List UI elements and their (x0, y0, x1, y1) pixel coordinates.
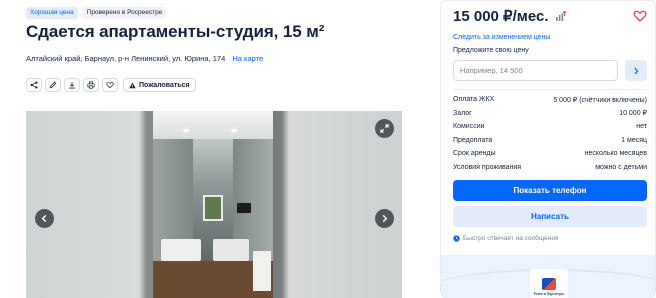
price-card: 15 000 ₽/мес. Следить за изменением цены… (440, 0, 656, 298)
term-value: 5 000 ₽ (счётчики включены) (553, 96, 647, 104)
verified-badge: Проверено в Росреестре (82, 7, 167, 19)
warning-icon (129, 82, 136, 88)
room-photo (153, 111, 273, 298)
offer-submit-button[interactable] (625, 60, 647, 81)
clock-icon (453, 235, 460, 242)
term-label: Комиссии (453, 123, 485, 131)
download-icon (69, 81, 75, 89)
term-row: Комиссии нет (453, 120, 647, 134)
chevron-right-icon (382, 214, 388, 223)
term-label: Условия проживания (453, 163, 522, 171)
expand-icon (380, 124, 389, 133)
pencil-icon (49, 81, 57, 89)
download-button[interactable] (64, 78, 80, 92)
photo-gallery[interactable] (26, 111, 402, 298)
next-photo-button[interactable] (375, 209, 394, 228)
badges: Хорошая цена Проверено в Росреестре (26, 7, 167, 19)
term-value: можно с детьми (595, 163, 647, 171)
heart-icon (106, 82, 114, 89)
address-text: Алтайский край, Барнаул, р-н Ленинский, … (26, 54, 226, 63)
divider (453, 89, 647, 90)
complain-button[interactable]: Пожаловаться (123, 78, 196, 92)
expand-button[interactable] (375, 119, 394, 138)
agency-logo: Ремв в Партнеры (530, 269, 568, 298)
term-value: 1 месяц (621, 136, 647, 144)
address: Алтайский край, Барнаул, р-н Ленинский, … (26, 54, 263, 63)
offer-label: Предложите свою цену (453, 47, 529, 54)
term-row: Залог 10 000 ₽ (453, 107, 647, 121)
chevron-right-icon (634, 67, 639, 74)
share-button[interactable] (26, 78, 42, 92)
complain-label: Пожаловаться (139, 81, 190, 89)
edit-note-button[interactable] (45, 78, 61, 92)
printer-icon (87, 81, 95, 89)
term-value: несколько месяцев (584, 150, 647, 158)
share-icon (30, 81, 38, 89)
term-label: Предоплата (453, 136, 493, 144)
term-row: Оплата ЖКХ 5 000 ₽ (счётчики включены) (453, 93, 647, 107)
offer-price-input[interactable] (453, 60, 618, 81)
listing-main: Хорошая цена Проверено в Росреестре Сдае… (26, 0, 406, 298)
term-value: нет (636, 123, 647, 131)
follow-price-link[interactable]: Следить за изменением цены (453, 34, 550, 41)
reply-note: Быстро отвечает на сообщения (453, 235, 559, 242)
write-message-button[interactable]: Написать (453, 206, 647, 227)
term-label: Срок аренды (453, 150, 496, 158)
term-row: Условия проживания можно с детьми (453, 161, 647, 175)
agency-name: Ремв в Партнеры (533, 292, 565, 296)
chevron-left-icon (41, 214, 47, 223)
toolbar: Пожаловаться (26, 78, 196, 92)
show-phone-button[interactable]: Показать телефон (453, 180, 647, 201)
terms-list: Оплата ЖКХ 5 000 ₽ (счётчики включены) За… (453, 93, 647, 174)
term-label: Оплата ЖКХ (453, 96, 495, 104)
print-button[interactable] (83, 78, 99, 92)
term-label: Залог (453, 109, 472, 117)
agency-block[interactable]: Ремв в Партнеры (441, 255, 655, 298)
favorite-button[interactable] (102, 78, 118, 92)
reply-note-text: Быстро отвечает на сообщения (463, 235, 559, 242)
price-row: 15 000 ₽/мес. (453, 7, 567, 25)
price: 15 000 ₽/мес. (453, 8, 549, 25)
term-row: Срок аренды несколько месяцев (453, 147, 647, 161)
good-price-badge: Хорошая цена (26, 7, 78, 19)
term-row: Предоплата 1 месяц (453, 134, 647, 148)
map-link[interactable]: На карте (232, 54, 263, 63)
term-value: 10 000 ₽ (619, 110, 647, 118)
price-chart-icon[interactable] (555, 10, 567, 22)
favorite-heart-icon[interactable] (633, 9, 647, 23)
page-title: Сдается апартаменты-студия, 15 м² (26, 22, 325, 41)
prev-photo-button[interactable] (35, 209, 54, 228)
